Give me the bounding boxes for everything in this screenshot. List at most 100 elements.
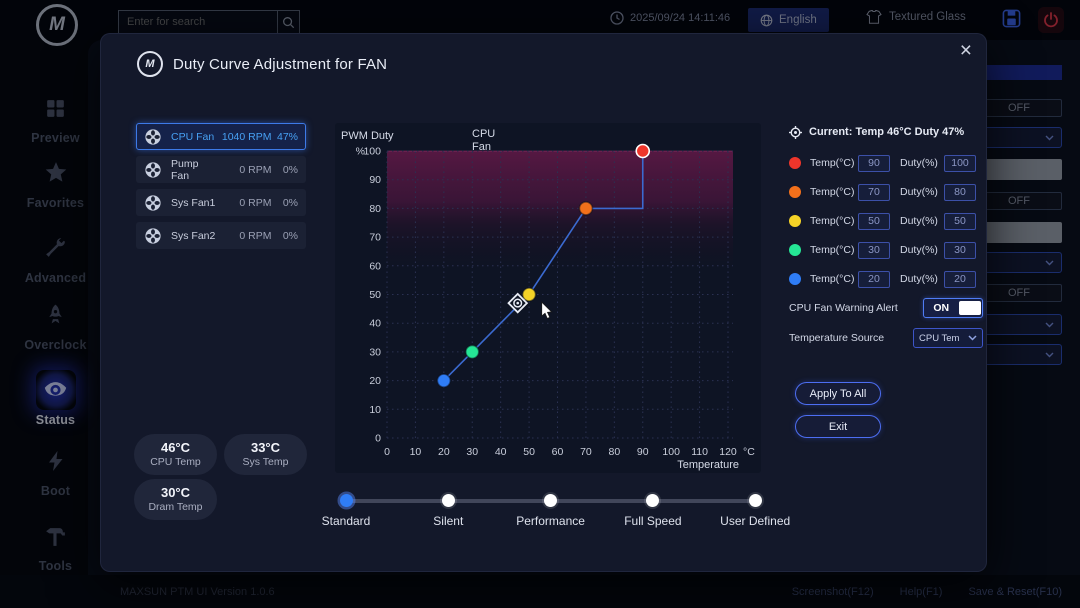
svg-text:70: 70 xyxy=(580,446,592,458)
fan-name: Pump Fan xyxy=(171,158,218,182)
cpu-temp-label: CPU Temp xyxy=(134,456,217,468)
fan-duty: 0% xyxy=(271,197,298,209)
preset-label-performance[interactable]: Performance xyxy=(496,514,606,528)
svg-text:0: 0 xyxy=(384,446,390,458)
fan-warning-toggle[interactable]: ON xyxy=(923,298,983,318)
preset-dot-full-speed[interactable] xyxy=(646,494,659,507)
duty-input[interactable]: 20 xyxy=(944,271,976,288)
fan-warning-row: CPU Fan Warning Alert ON xyxy=(789,297,983,319)
fan-name: Sys Fan1 xyxy=(171,197,218,209)
preset-label-standard[interactable]: Standard xyxy=(291,514,401,528)
x-axis-title: Temperature xyxy=(677,459,739,471)
svg-text:40: 40 xyxy=(369,318,381,330)
fan-list-item[interactable]: Pump Fan0 RPM0% xyxy=(136,156,306,183)
svg-text:10: 10 xyxy=(369,404,381,416)
preset-dot-performance[interactable] xyxy=(544,494,557,507)
svg-text:100: 100 xyxy=(662,446,680,458)
high-duty-band xyxy=(387,151,733,272)
cpu-temp-value: 46°C xyxy=(134,440,217,455)
crosshair-icon xyxy=(789,126,802,139)
fan-duty: 47% xyxy=(271,131,298,143)
fan-curve-chart[interactable]: 0102030405060708090100110120010203040506… xyxy=(335,123,761,473)
mouse-cursor xyxy=(542,302,552,318)
toggle-knob xyxy=(959,301,981,315)
svg-text:100: 100 xyxy=(363,146,381,158)
fan-list-item[interactable]: CPU Fan1040 RPM47% xyxy=(136,123,306,150)
duty-input[interactable]: 100 xyxy=(944,155,976,172)
preset-label-user-defined[interactable]: User Defined xyxy=(700,514,810,528)
preset-label-full-speed[interactable]: Full Speed xyxy=(598,514,708,528)
fan-curve-chart-panel: 0102030405060708090100110120010203040506… xyxy=(335,123,761,473)
temp-label: Temp(°C) xyxy=(810,215,858,227)
chevron-down-icon xyxy=(968,335,977,341)
temp-label: Temp(°C) xyxy=(810,273,858,285)
duty-label: Duty(%) xyxy=(900,244,944,256)
fan-duty: 0% xyxy=(271,164,298,176)
series-title: CPUFan xyxy=(472,128,495,153)
close-icon[interactable]: × xyxy=(960,36,972,65)
svg-text:20: 20 xyxy=(438,446,450,458)
curve-point[interactable] xyxy=(523,288,536,301)
duty-input[interactable]: 50 xyxy=(944,213,976,230)
modal-header: M Duty Curve Adjustment for FAN xyxy=(137,51,387,77)
preset-dot-silent[interactable] xyxy=(442,494,455,507)
maxsun-logo-small-icon: M xyxy=(137,51,163,77)
curve-point[interactable] xyxy=(636,145,649,158)
curve-settings-panel: Current: Temp 46°C Duty 47% Temp(°C)90Du… xyxy=(789,124,983,454)
fan-duty: 0% xyxy=(271,230,298,242)
svg-text:80: 80 xyxy=(608,446,620,458)
apply-to-all-button[interactable]: Apply To All xyxy=(795,382,881,405)
curve-point-row: Temp(°C)90 Duty(%)100 xyxy=(789,152,983,174)
cpu-temp-pill: 46°C CPU Temp xyxy=(134,434,217,475)
duty-label: Duty(%) xyxy=(900,273,944,285)
y-axis-title: PWM Duty xyxy=(341,130,394,142)
bios-screen: M 2025/09/24 14:11:46 English Textured G… xyxy=(0,0,1080,608)
fan-rpm: 0 RPM xyxy=(218,197,271,209)
temp-label: Temp(°C) xyxy=(810,157,858,169)
preset-label-silent[interactable]: Silent xyxy=(393,514,503,528)
fan-rpm: 1040 RPM xyxy=(218,131,271,143)
curve-point-row: Temp(°C)50Duty(%)50 xyxy=(789,210,983,232)
curve-point-row: Temp(°C)20Duty(%)20 xyxy=(789,268,983,290)
temp-input[interactable]: 70 xyxy=(858,184,890,201)
duty-label: Duty(%) xyxy=(900,186,944,198)
temp-input[interactable]: 20 xyxy=(858,271,890,288)
temp-input[interactable]: 50 xyxy=(858,213,890,230)
exit-button[interactable]: Exit xyxy=(795,415,881,438)
svg-text:70: 70 xyxy=(369,232,381,244)
preset-dot-user-defined[interactable] xyxy=(749,494,762,507)
temp-label: Temp(°C) xyxy=(810,244,858,256)
fan-list-item[interactable]: Sys Fan10 RPM0% xyxy=(136,189,306,216)
curve-point[interactable] xyxy=(579,202,592,215)
duty-input[interactable]: 30 xyxy=(944,242,976,259)
fan-name: CPU Fan xyxy=(171,131,218,143)
svg-text:%: % xyxy=(356,146,365,158)
temperature-source-select[interactable]: CPU Tem xyxy=(913,328,983,348)
sys-temp-label: Sys Temp xyxy=(224,456,307,468)
point-color-dot xyxy=(789,186,801,198)
fan-icon xyxy=(144,161,162,179)
duty-input[interactable]: 80 xyxy=(944,184,976,201)
curve-point[interactable] xyxy=(437,374,450,387)
fan-list-item[interactable]: Sys Fan20 RPM0% xyxy=(136,222,306,249)
svg-text:60: 60 xyxy=(552,446,564,458)
warning-alert-label: CPU Fan Warning Alert xyxy=(789,302,923,314)
temperature-source-label: Temperature Source xyxy=(789,332,913,344)
point-color-dot xyxy=(789,273,801,285)
temp-input[interactable]: 90 xyxy=(858,155,890,172)
svg-text:30: 30 xyxy=(369,346,381,358)
fan-icon xyxy=(144,128,162,146)
svg-text:50: 50 xyxy=(369,289,381,301)
temperature-source-value: CPU Tem xyxy=(919,333,968,344)
preset-dot-standard[interactable] xyxy=(340,494,353,507)
fan-icon xyxy=(144,194,162,212)
point-color-dot xyxy=(789,157,801,169)
duty-label: Duty(%) xyxy=(900,157,944,169)
fan-name: Sys Fan2 xyxy=(171,230,218,242)
toggle-state-label: ON xyxy=(924,302,959,314)
svg-text:60: 60 xyxy=(369,260,381,272)
fan-rpm: 0 RPM xyxy=(218,230,271,242)
svg-text:0: 0 xyxy=(375,433,381,445)
curve-point[interactable] xyxy=(466,345,479,358)
temp-input[interactable]: 30 xyxy=(858,242,890,259)
